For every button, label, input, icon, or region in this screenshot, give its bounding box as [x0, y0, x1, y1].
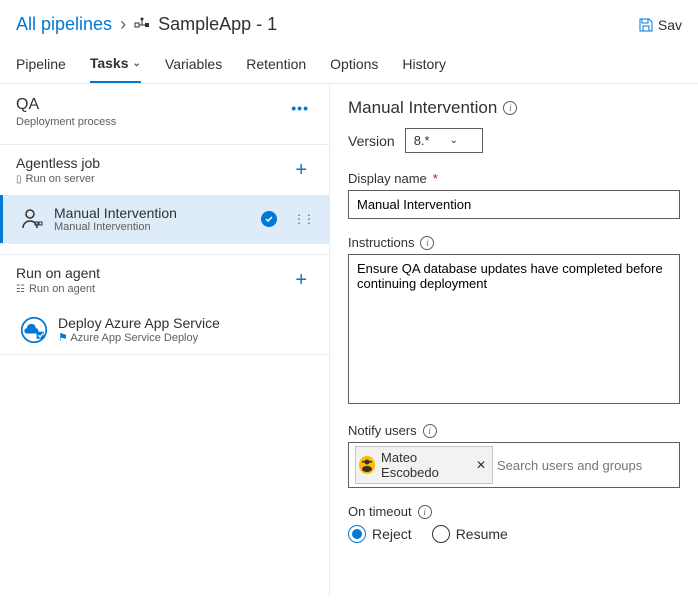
chevron-down-icon: ⌄	[133, 58, 141, 69]
instructions-label: Instructions	[348, 235, 414, 250]
tab-variables[interactable]: Variables	[165, 45, 222, 83]
notify-search-input[interactable]	[497, 458, 673, 473]
display-name-label: Display name	[348, 171, 427, 186]
task-name: Deploy Azure App Service	[58, 315, 220, 331]
radio-reject[interactable]: Reject	[348, 525, 412, 543]
version-select[interactable]: 8.* ⌄	[405, 128, 483, 153]
tab-tasks[interactable]: Tasks⌄	[90, 45, 141, 83]
job-title: Run on agent	[16, 265, 100, 281]
info-icon[interactable]: i	[423, 424, 437, 438]
instructions-input[interactable]	[348, 254, 680, 404]
version-label: Version	[348, 133, 395, 149]
add-task-button[interactable]: +	[289, 159, 313, 182]
stage-subtitle: Deployment process	[16, 116, 116, 128]
breadcrumb-root[interactable]: All pipelines	[16, 14, 112, 35]
radio-icon	[432, 525, 450, 543]
info-icon[interactable]: i	[418, 505, 432, 519]
avatar-icon	[359, 456, 375, 474]
flag-icon: ⚑	[58, 332, 68, 344]
task-subtitle: Manual Intervention	[54, 221, 177, 233]
tab-history[interactable]: History	[402, 45, 446, 83]
timeout-label: On timeout	[348, 504, 412, 519]
save-label: Sav	[658, 17, 682, 33]
job-subtitle: Run on server	[26, 173, 95, 185]
pipeline-title: SampleApp - 1	[158, 14, 277, 35]
user-name: Mateo Escobedo	[381, 450, 468, 480]
version-value: 8.*	[414, 133, 430, 148]
person-icon	[20, 207, 44, 231]
drag-handle-icon[interactable]: ⋮⋮	[293, 212, 313, 226]
radio-resume[interactable]: Resume	[432, 525, 508, 543]
job-title: Agentless job	[16, 155, 100, 171]
radio-label: Reject	[372, 526, 412, 542]
job-agentless[interactable]: Agentless job ▯ Run on server +	[0, 145, 329, 195]
info-icon[interactable]: i	[420, 236, 434, 250]
azure-icon	[20, 316, 48, 344]
info-icon[interactable]: i	[503, 101, 517, 115]
task-name: Manual Intervention	[54, 205, 177, 221]
job-run-on-agent[interactable]: Run on agent ☷ Run on agent +	[0, 255, 329, 305]
task-manual-intervention[interactable]: Manual Intervention Manual Intervention …	[0, 195, 329, 243]
job-subtitle: Run on agent	[29, 283, 95, 295]
chevron-down-icon: ⌄	[450, 135, 458, 146]
required-icon: *	[433, 171, 438, 186]
check-icon	[261, 211, 277, 227]
remove-user-button[interactable]: ✕	[476, 458, 486, 472]
save-icon	[638, 17, 654, 33]
stage-name[interactable]: QA	[16, 96, 116, 114]
server-icon: ▯	[16, 174, 22, 185]
task-subtitle: Azure App Service Deploy	[70, 332, 198, 344]
tab-options[interactable]: Options	[330, 45, 378, 83]
add-task-button[interactable]: +	[289, 269, 313, 292]
display-name-input[interactable]	[348, 190, 680, 219]
more-button[interactable]: •••	[287, 96, 313, 120]
pipeline-icon	[134, 17, 150, 33]
save-button[interactable]: Sav	[638, 17, 682, 33]
radio-label: Resume	[456, 526, 508, 542]
user-chip[interactable]: Mateo Escobedo ✕	[355, 446, 493, 484]
agent-icon: ☷	[16, 284, 25, 295]
task-deploy-azure[interactable]: Deploy Azure App Service ⚑ Azure App Ser…	[0, 305, 329, 354]
panel-title: Manual Intervention	[348, 98, 497, 118]
breadcrumb-current: SampleApp - 1	[134, 14, 277, 35]
tab-retention[interactable]: Retention	[246, 45, 306, 83]
notify-label: Notify users	[348, 423, 417, 438]
radio-icon	[348, 525, 366, 543]
chevron-right-icon: ›	[120, 14, 126, 35]
tab-pipeline[interactable]: Pipeline	[16, 45, 66, 83]
